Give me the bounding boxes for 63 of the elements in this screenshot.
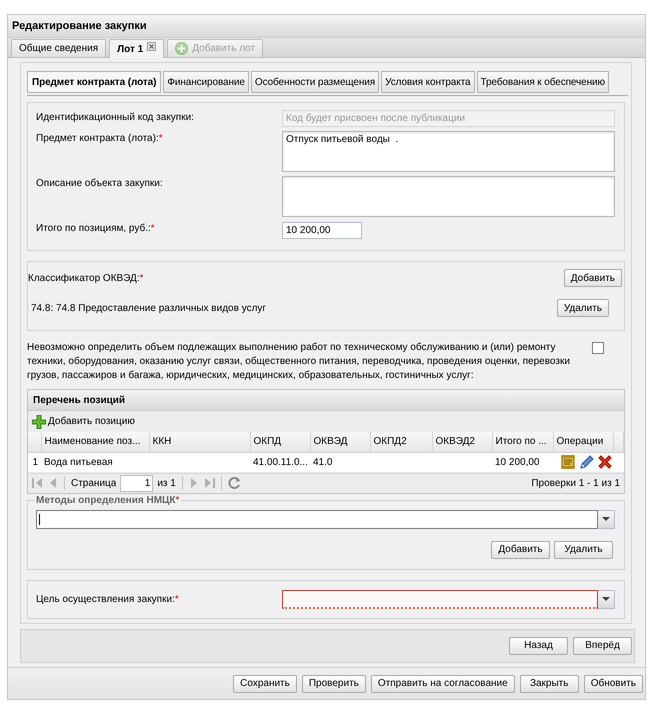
text-area[interactable]: Отпуск питьевой воды . [282,131,615,172]
classifier-label: Классификатор ОКВЭД:* [28,272,144,284]
column-header[interactable]: ОКПД [250,432,310,452]
refresh-button[interactable]: Обновить [584,674,643,692]
column-header[interactable]: ОКВЭД [310,432,370,452]
column-header[interactable]: Операции [553,432,613,452]
page-label: Страница [71,478,116,488]
tab[interactable]: Условия контракта [381,71,474,93]
field-label: Итого по позициям, руб.:* [36,222,156,234]
paging-summary: Проверки 1 - 1 из 1 [531,478,620,488]
column-header[interactable]: ОКПД2 [370,432,432,452]
dropdown-button[interactable] [598,590,615,608]
checkbox[interactable] [592,342,604,354]
dropdown-field[interactable] [36,510,598,528]
window-title: Редактирование закупки [8,15,645,38]
table-cell: 41.0 [310,452,370,472]
tab[interactable]: Предмет контракта (лота) [27,71,162,93]
caret-icon [601,516,611,522]
dropdown-button[interactable] [598,510,615,528]
column-header[interactable]: Итого по ... [492,432,553,452]
add-button[interactable]: Добавить [564,269,622,287]
field-label: Описание объекта закупки: [36,177,164,189]
forward-button[interactable]: Вперёд [573,636,632,654]
table-cell: 41.00.11.0... [250,452,310,472]
tab[interactable]: Финансирование [163,71,249,93]
field-label: Предмет контракта (лота):* [36,132,164,144]
add-button[interactable]: Добавить [491,540,550,558]
plus-icon [32,414,46,428]
tab[interactable]: Общие сведения [11,39,106,57]
page-count: из 1 [157,478,176,488]
row-number: 1 [28,452,41,472]
column-header[interactable]: ККН [149,432,250,452]
tab[interactable]: Лот 1 [109,39,164,58]
panel-title: Перечень позиций [28,390,624,411]
back-button[interactable]: Назад [509,636,568,654]
column-header[interactable]: ОКВЭД2 [432,432,492,452]
tab[interactable]: Особенности размещения [250,71,380,93]
input-field[interactable]: 10 200,00 [282,222,362,239]
table-cell: Вода питьевая [41,452,149,472]
delete-button[interactable]: Удалить [556,299,609,317]
save-button[interactable]: Сохранить [233,674,297,692]
close-button[interactable]: Закрыть [520,674,579,692]
close-icon[interactable] [147,42,156,50]
tab[interactable]: Требования к обеспечению [476,71,609,93]
column-header[interactable]: Наименование поз... [41,432,149,452]
refresh-icon[interactable] [228,476,242,490]
group-title: Методы определения НМЦК* [36,494,180,506]
table-cell: 10 200,00 [492,452,553,472]
delete-button[interactable]: Удалить [554,540,613,558]
pencil-icon[interactable] [579,454,594,470]
plus-icon [175,42,188,55]
classifier-entry: 74.8: 74.8 Предоставление различных видов услуг [31,302,266,314]
caret-icon [601,596,611,602]
checkbox-label: Невозможно определить объем подлежащих выполнению работ по техническому обслуживанию и (или) ремонту техники, оборудования, оказанию услуг связи, общественного питания, переводчика, проведения оценки, перевозки грузов, пассажиров и багажа, юридических, медицинских, образовательных, гостиничных услуг: [27,341,571,383]
scroll-icon[interactable] [560,454,576,470]
dropdown-field[interactable] [282,590,598,608]
check-button[interactable]: Проверить [302,674,366,692]
page-field[interactable]: 1 [120,474,154,492]
field-label: Идентификационный код закупки: [36,111,195,123]
send-button[interactable]: Отправить на согласование [370,674,515,692]
add-position-button[interactable]: Добавить позицию [32,414,135,428]
cross-icon[interactable] [597,454,613,470]
field-label: Цель осуществления закупки:* [36,594,180,604]
